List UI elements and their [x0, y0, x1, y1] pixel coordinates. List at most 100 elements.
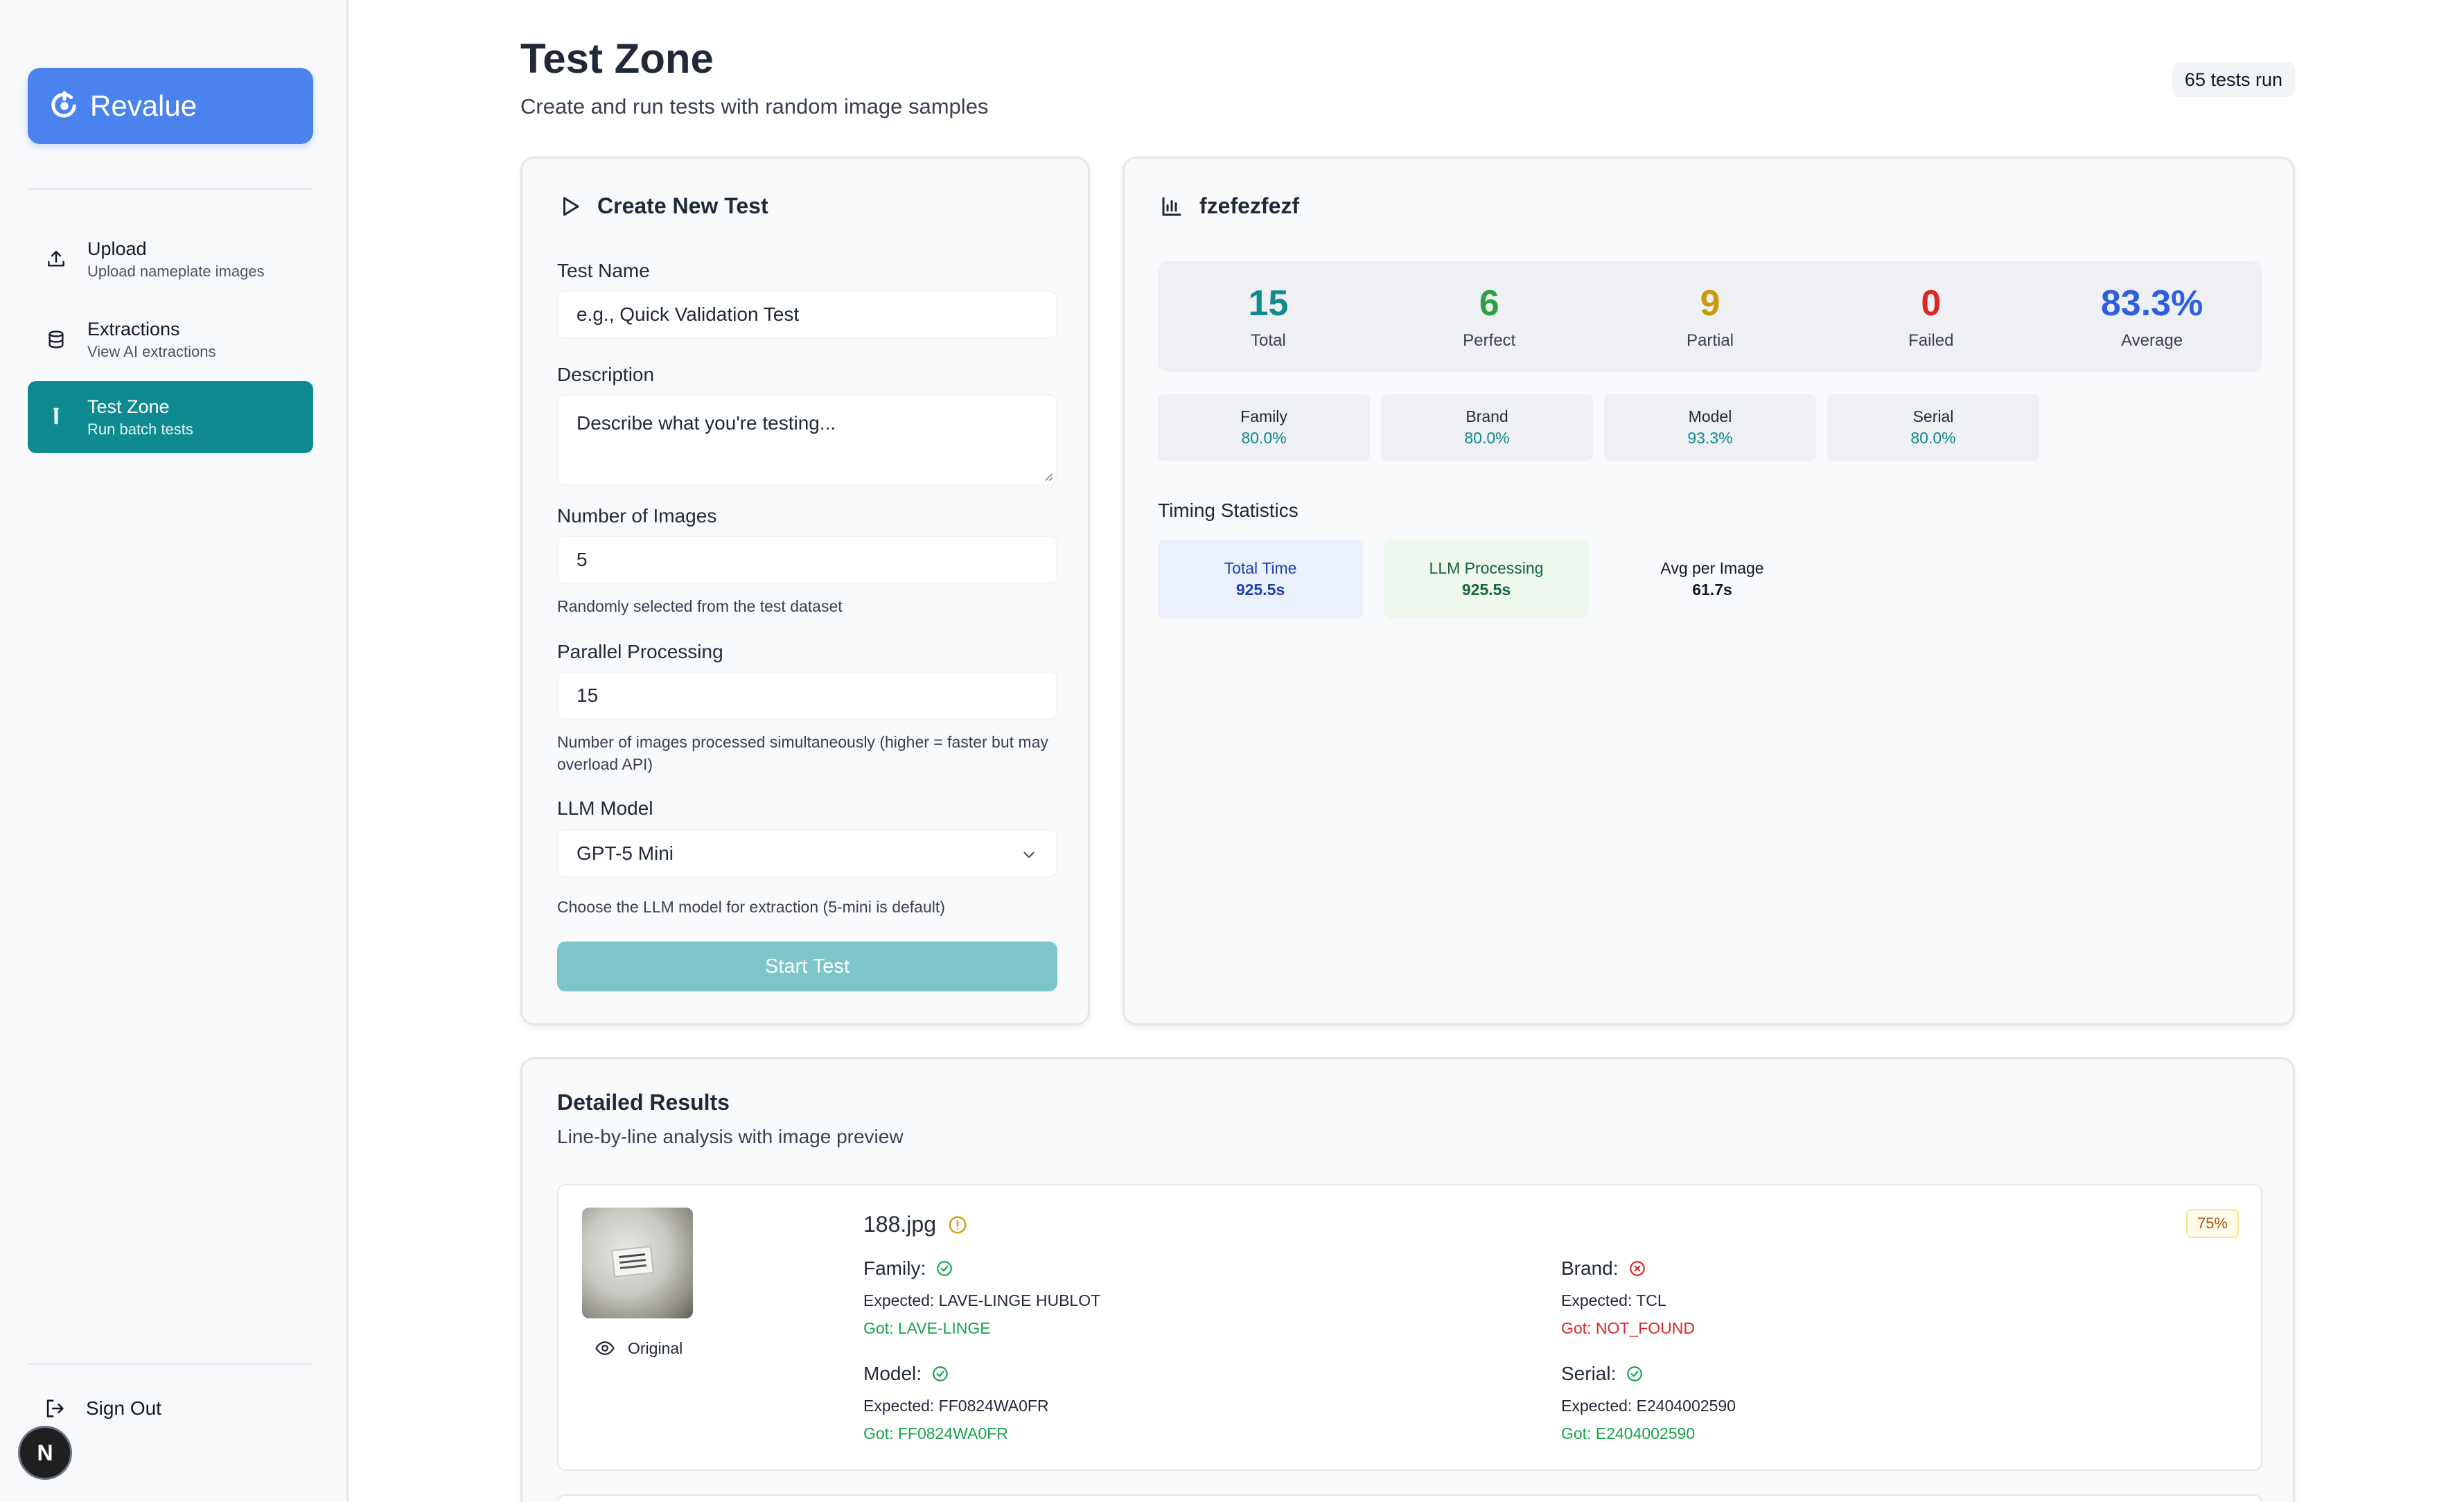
stat-label: Perfect	[1463, 331, 1516, 350]
accuracy-model: Model 93.3%	[1604, 394, 1816, 461]
sidebar-item-extractions[interactable]: Extractions View AI extractions	[28, 303, 313, 376]
timing-llm-processing: LLM Processing 925.5s	[1384, 540, 1589, 619]
view-original-button[interactable]: Original	[595, 1338, 683, 1359]
accuracy-value: 93.3%	[1687, 429, 1733, 447]
parallel-processing-help: Number of images processed simultaneousl…	[557, 733, 1048, 773]
description-textarea[interactable]: Describe what you're testing...	[557, 394, 1057, 486]
timing-label: Total Time	[1224, 559, 1297, 577]
parallel-processing-label: Parallel Processing	[557, 641, 723, 662]
timing-statistics-title: Timing Statistics	[1158, 500, 1299, 521]
result-file-name: 188.jpg	[863, 1212, 968, 1237]
detailed-results-card: Detailed Results Line-by-line analysis w…	[520, 1057, 2295, 1502]
stat-partial: 9 Partial	[1600, 261, 1821, 372]
sidebar-item-subtitle: Run batch tests	[87, 420, 193, 438]
field-brand: Brand: Expected: TCL Got: NOT_FOUND	[1561, 1257, 1695, 1342]
stat-value: 15	[1248, 283, 1289, 324]
accuracy-value: 80.0%	[1910, 429, 1956, 447]
test-tube-icon	[44, 405, 68, 429]
field-model: Model: Expected: FF0824WA0FR Got: FF0824…	[863, 1363, 1049, 1447]
results-header: fzefezfezf	[1159, 193, 1299, 219]
description-label: Description	[557, 364, 655, 385]
sidebar-item-subtitle: Upload nameplate images	[87, 262, 265, 280]
timing-value: 61.7s	[1692, 581, 1732, 599]
accuracy-label: Model	[1688, 407, 1732, 425]
bar-chart-icon	[1162, 197, 1181, 215]
sidebar-item-upload[interactable]: Upload Upload nameplate images	[28, 223, 313, 295]
sign-out-button[interactable]: Sign Out	[43, 1397, 161, 1420]
eye-icon	[595, 1341, 615, 1355]
field-got: Got: LAVE-LINGE	[863, 1319, 991, 1337]
stat-average: 83.3% Average	[2041, 261, 2262, 372]
accuracy-serial: Serial 80.0%	[1827, 394, 2039, 461]
accuracy-label: Serial	[1912, 407, 1954, 425]
test-results-card: fzefezfezf 15 Total 6 Perfect 9 Partial …	[1123, 157, 2295, 1025]
tests-run-badge: 65 tests run	[2172, 62, 2295, 97]
image-thumbnail[interactable]	[582, 1208, 693, 1318]
description-placeholder: Describe what you're testing...	[577, 412, 836, 434]
test-name-label: Test Name	[557, 260, 650, 281]
stat-total: 15 Total	[1158, 261, 1379, 372]
log-out-icon	[46, 1399, 64, 1417]
field-expected: Expected: E2404002590	[1561, 1397, 1736, 1415]
sidebar-divider	[28, 1363, 313, 1365]
llm-model-label: LLM Model	[557, 797, 653, 819]
llm-model-selected: GPT-5 Mini	[577, 842, 674, 864]
sidebar-item-title: Extractions	[87, 318, 180, 339]
timing-statistics: Total Time 925.5s LLM Processing 925.5s …	[1158, 540, 1815, 619]
stat-label: Total	[1251, 331, 1286, 350]
avatar[interactable]: N	[18, 1426, 72, 1480]
result-item	[557, 1494, 2262, 1502]
start-test-button[interactable]: Start Test	[557, 942, 1057, 991]
timing-value: 925.5s	[1235, 581, 1285, 599]
sidebar-item-title: Upload	[87, 238, 147, 259]
accuracy-brand: Brand 80.0%	[1381, 394, 1593, 461]
accuracy-label: Family	[1240, 407, 1287, 425]
stat-value: 6	[1479, 283, 1499, 324]
warning-circle-icon	[949, 1216, 967, 1233]
create-test-title: Create New Test	[597, 193, 768, 218]
field-expected: Expected: TCL	[1561, 1291, 1666, 1309]
field-got: Got: E2404002590	[1561, 1424, 1696, 1442]
number-of-images-input[interactable]: 5	[557, 536, 1057, 584]
stat-value: 0	[1921, 283, 1942, 324]
timing-label: Avg per Image	[1660, 559, 1764, 577]
page-subtitle: Create and run tests with random image s…	[520, 94, 989, 118]
page-title: Test Zone	[520, 35, 714, 82]
check-circle-icon	[933, 1366, 948, 1381]
sidebar: Revalue Upload Upload nameplate images E…	[0, 0, 349, 1502]
check-circle-icon	[1627, 1366, 1643, 1381]
stat-perfect: 6 Perfect	[1379, 261, 1600, 372]
check-circle-icon	[937, 1261, 953, 1276]
detailed-results-title: Detailed Results	[557, 1090, 730, 1115]
field-got: Got: NOT_FOUND	[1561, 1319, 1695, 1337]
timing-value: 925.5s	[1461, 581, 1511, 599]
create-test-header: Create New Test	[557, 193, 768, 219]
field-name: Brand:	[1561, 1257, 1619, 1279]
field-name: Serial:	[1561, 1363, 1617, 1384]
accuracy-label: Brand	[1466, 407, 1508, 425]
stat-failed: 0 Failed	[1820, 261, 2041, 372]
stat-label: Failed	[1908, 331, 1954, 350]
llm-model-select[interactable]: GPT-5 Mini	[557, 829, 1057, 878]
number-of-images-help: Randomly selected from the test dataset	[557, 597, 843, 615]
x-circle-icon	[1629, 1261, 1645, 1276]
upload-icon	[44, 247, 68, 271]
file-name-text: 188.jpg	[863, 1212, 936, 1237]
database-icon	[44, 328, 68, 351]
resize-handle-icon[interactable]	[1044, 472, 1053, 481]
sidebar-item-title: Test Zone	[87, 396, 170, 417]
chevron-down-icon	[1023, 851, 1035, 858]
accuracy-value: 80.0%	[1464, 429, 1510, 447]
field-serial: Serial: Expected: E2404002590 Got: E2404…	[1561, 1363, 1736, 1447]
test-name-input[interactable]: e.g., Quick Validation Test	[557, 290, 1057, 339]
sidebar-item-test-zone[interactable]: Test Zone Run batch tests	[28, 381, 313, 453]
parallel-processing-input[interactable]: 15	[557, 671, 1057, 720]
field-name: Family:	[863, 1257, 926, 1279]
play-icon	[563, 197, 579, 215]
llm-model-help: Choose the LLM model for extraction (5-m…	[557, 898, 945, 916]
timing-total-time: Total Time 925.5s	[1158, 540, 1363, 619]
stat-label: Average	[2121, 331, 2183, 350]
brand-logo-button[interactable]: Revalue	[28, 68, 313, 144]
revalue-logo-icon	[51, 91, 76, 118]
brand-name: Revalue	[90, 89, 197, 122]
